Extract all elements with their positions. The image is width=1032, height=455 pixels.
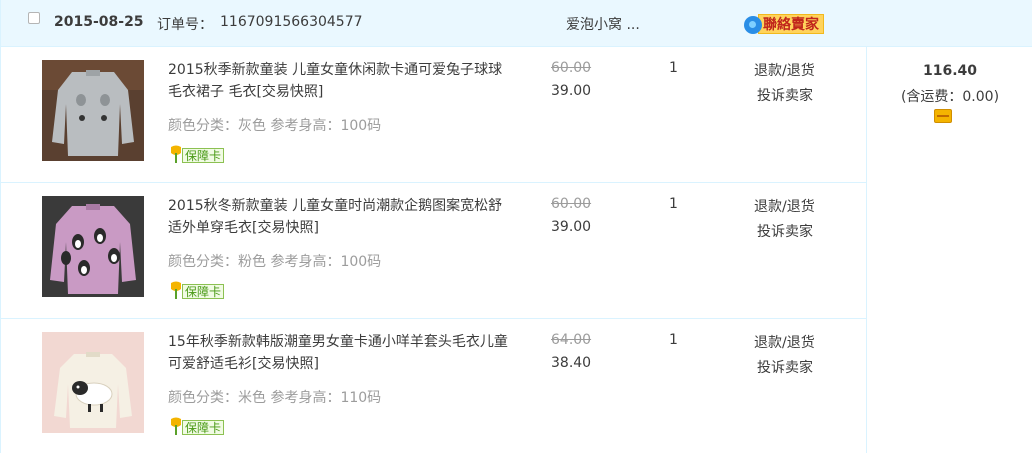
order-item: 2015秋冬新款童装 儿童女童时尚潮款企鹅图案宽松舒适外单穿毛衣[交易快照] 颜… [1,183,866,319]
complain-seller-link[interactable]: 投诉卖家 [757,85,813,105]
order-item: 15年秋季新款韩版潮童男女童卡通小咩羊套头毛衣儿童可爱舒适毛衫[交易快照] 颜色… [1,319,866,455]
quantity: 1 [669,196,678,212]
product-thumbnail[interactable] [42,196,144,297]
complain-seller-link[interactable]: 投诉卖家 [757,357,813,377]
order-date: 2015-08-25 [54,14,144,30]
product-thumbnail[interactable] [42,332,144,433]
product-thumbnail[interactable] [42,60,144,161]
product-attributes: 颜色分类：粉色 参考身高：100码 [168,254,382,270]
order-total-column: 116.40 (含运费：0.00) [866,47,1032,453]
paid-price: 38.40 [551,355,592,371]
product-title-link[interactable]: 2015秋季新款童装 儿童女童休闲款卡通可爱兔子球球毛衣裙子 毛衣[交易快照] [168,59,513,103]
paid-price: 39.00 [551,219,592,235]
order-item: 2015秋季新款童装 儿童女童休闲款卡通可爱兔子球球毛衣裙子 毛衣[交易快照] … [1,47,866,183]
order-number-label: 订单号： [157,17,213,33]
quantity: 1 [669,60,678,76]
guarantee-badge-label: 保障卡 [182,284,225,299]
product-title-link[interactable]: 2015秋冬新款童装 儿童女童时尚潮款企鹅图案宽松舒适外单穿毛衣[交易快照] [168,195,513,239]
quantity: 1 [669,332,678,348]
shop-name-link[interactable]: 爱泡小窝 ... [566,14,640,34]
refund-return-link[interactable]: 退款/退货 [754,332,815,352]
original-price: 60.00 [551,60,592,76]
complain-seller-link[interactable]: 投诉卖家 [757,221,813,241]
shipping-note: (含运费：0.00) [900,89,1000,105]
order-number: 1167091566304577 [220,14,363,30]
original-price: 60.00 [551,196,592,212]
product-attributes: 颜色分类：米色 参考身高：110码 [168,390,382,406]
product-attributes: 颜色分类：灰色 参考身高：100码 [168,118,382,134]
product-title-link[interactable]: 15年秋季新款韩版潮童男女童卡通小咩羊套头毛衣儿童可爱舒适毛衫[交易快照] [168,331,513,375]
contact-seller-button[interactable]: 聯絡賣家 [744,14,829,34]
select-order-checkbox[interactable] [28,12,40,24]
guarantee-badge-label: 保障卡 [182,420,225,435]
original-price: 64.00 [551,332,592,348]
contact-seller-label: 聯絡賣家 [758,14,824,34]
order-header: 2015-08-25 订单号： 1167091566304577 爱泡小窝 ..… [1,0,1032,47]
chat-bubble-icon [744,16,762,34]
refund-return-link[interactable]: 退款/退货 [754,196,815,216]
guarantee-badge-label: 保障卡 [182,148,225,163]
paid-price: 39.00 [551,83,592,99]
card-icon[interactable] [934,109,952,123]
order-card: 2015-08-25 订单号： 1167091566304577 爱泡小窝 ..… [0,0,1032,453]
order-total: 116.40 [922,63,978,79]
refund-return-link[interactable]: 退款/退货 [754,60,815,80]
